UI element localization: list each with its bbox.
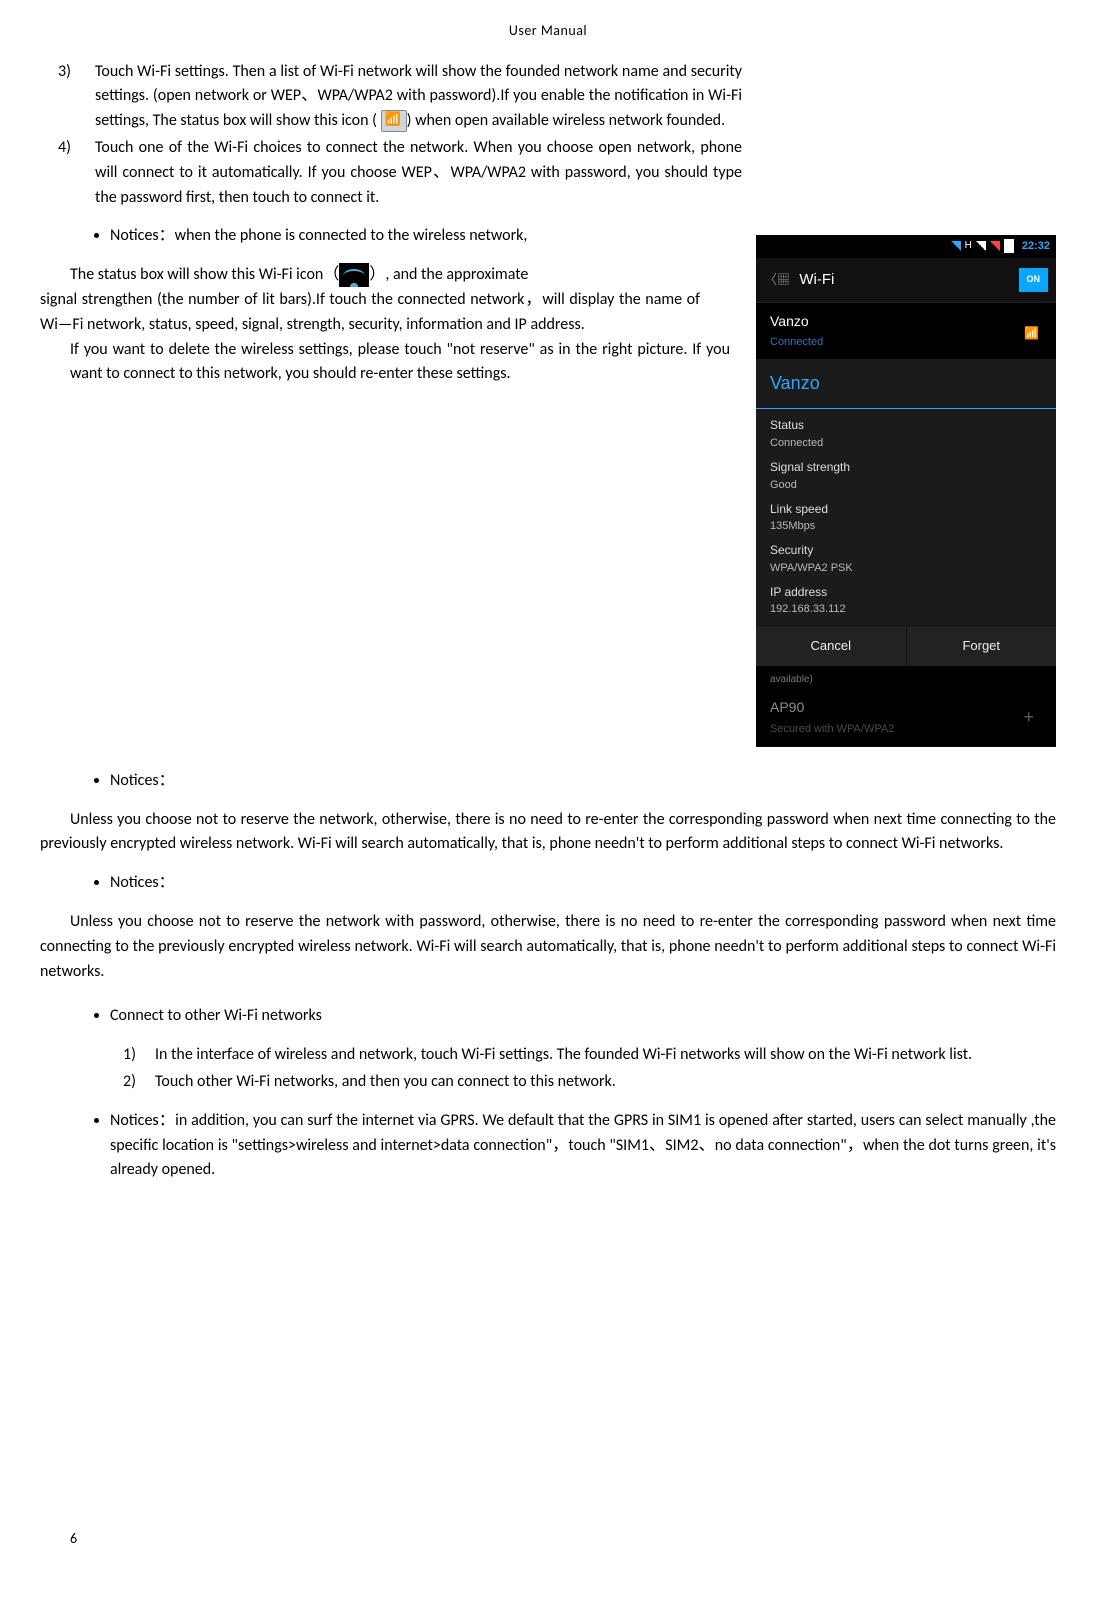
step-4: Touch one of the Wi-Fi choices to connec…	[95, 136, 1056, 210]
signal-value: Good	[770, 477, 1042, 494]
notice-3: Notices：	[110, 871, 1056, 896]
page-number: 6	[70, 1528, 77, 1550]
section-available: available)	[756, 666, 1056, 690]
add-network-icon[interactable]: +	[1015, 704, 1042, 732]
wifi-toggle[interactable]: ON	[1019, 268, 1049, 292]
wifi-connected-icon	[339, 263, 369, 287]
notice-2-paragraph: Unless you choose not to reserve the net…	[40, 808, 1056, 858]
security-label: Security	[770, 541, 1042, 560]
wifi-title: Wi-Fi	[799, 271, 834, 288]
android-status-bar: H 22:32	[756, 235, 1056, 258]
signal-paragraph: signal strengthen (the number of lit bar…	[40, 288, 700, 338]
delete-settings-paragraph: If you want to delete the wireless setti…	[40, 338, 730, 388]
step-3: Touch Wi-Fi settings. Then a list of Wi-…	[95, 60, 1056, 134]
connect-other-step-1: In the interface of wireless and network…	[155, 1043, 1056, 1068]
page-header: User Manual	[40, 20, 1056, 42]
notice-gprs: Notices：in addition, you can surf the in…	[110, 1109, 1056, 1183]
wifi-settings-titlebar[interactable]: 〈▦ Wi-Fi ON	[756, 258, 1056, 303]
dialog-title: Vanzo	[756, 360, 1056, 409]
wifi-screenshot: H 22:32 〈▦ Wi-Fi ON Vanzo Connected 📶 Va…	[756, 235, 1056, 747]
network-name: Vanzo	[770, 311, 823, 333]
wifi-open-icon	[381, 110, 407, 132]
speed-value: 135Mbps	[770, 518, 1042, 535]
clock: 22:32	[1022, 238, 1050, 255]
speed-label: Link speed	[770, 500, 1042, 519]
cancel-button[interactable]: Cancel	[756, 626, 907, 666]
notice-3-paragraph: Unless you choose not to reserve the net…	[40, 910, 1056, 984]
network-status: Connected	[770, 334, 823, 351]
forget-button[interactable]: Forget	[907, 626, 1057, 666]
status-value: Connected	[770, 435, 1042, 452]
wifi-details-dialog: Vanzo Status Connected Signal strength G…	[756, 360, 1056, 665]
signal-icon	[976, 241, 986, 251]
network-name: AP90	[770, 697, 894, 719]
battery-icon	[1004, 239, 1014, 253]
wifi-status-icon	[951, 241, 961, 251]
ip-label: IP address	[770, 583, 1042, 602]
h-icon: H	[965, 238, 972, 254]
connect-other-step-2: Touch other Wi-Fi networks, and then you…	[155, 1070, 1056, 1095]
back-icon[interactable]: 〈▦	[764, 272, 790, 287]
notice-2: Notices：	[110, 769, 1056, 794]
network-item-ap90[interactable]: AP90 Secured with WPA/WPA2 +	[756, 689, 1056, 747]
network-security: Secured with WPA/WPA2	[770, 721, 894, 738]
connect-other-heading: Connect to other Wi-Fi networks	[110, 1004, 1056, 1029]
security-value: WPA/WPA2 PSK	[770, 560, 1042, 577]
signal-label: Signal strength	[770, 458, 1042, 477]
network-item-vanzo[interactable]: Vanzo Connected 📶	[756, 303, 1056, 361]
wifi-signal-icon: 📶	[1024, 324, 1042, 338]
signal-icon	[990, 241, 1000, 251]
status-label: Status	[770, 416, 1042, 435]
ip-value: 192.168.33.112	[770, 601, 1042, 618]
